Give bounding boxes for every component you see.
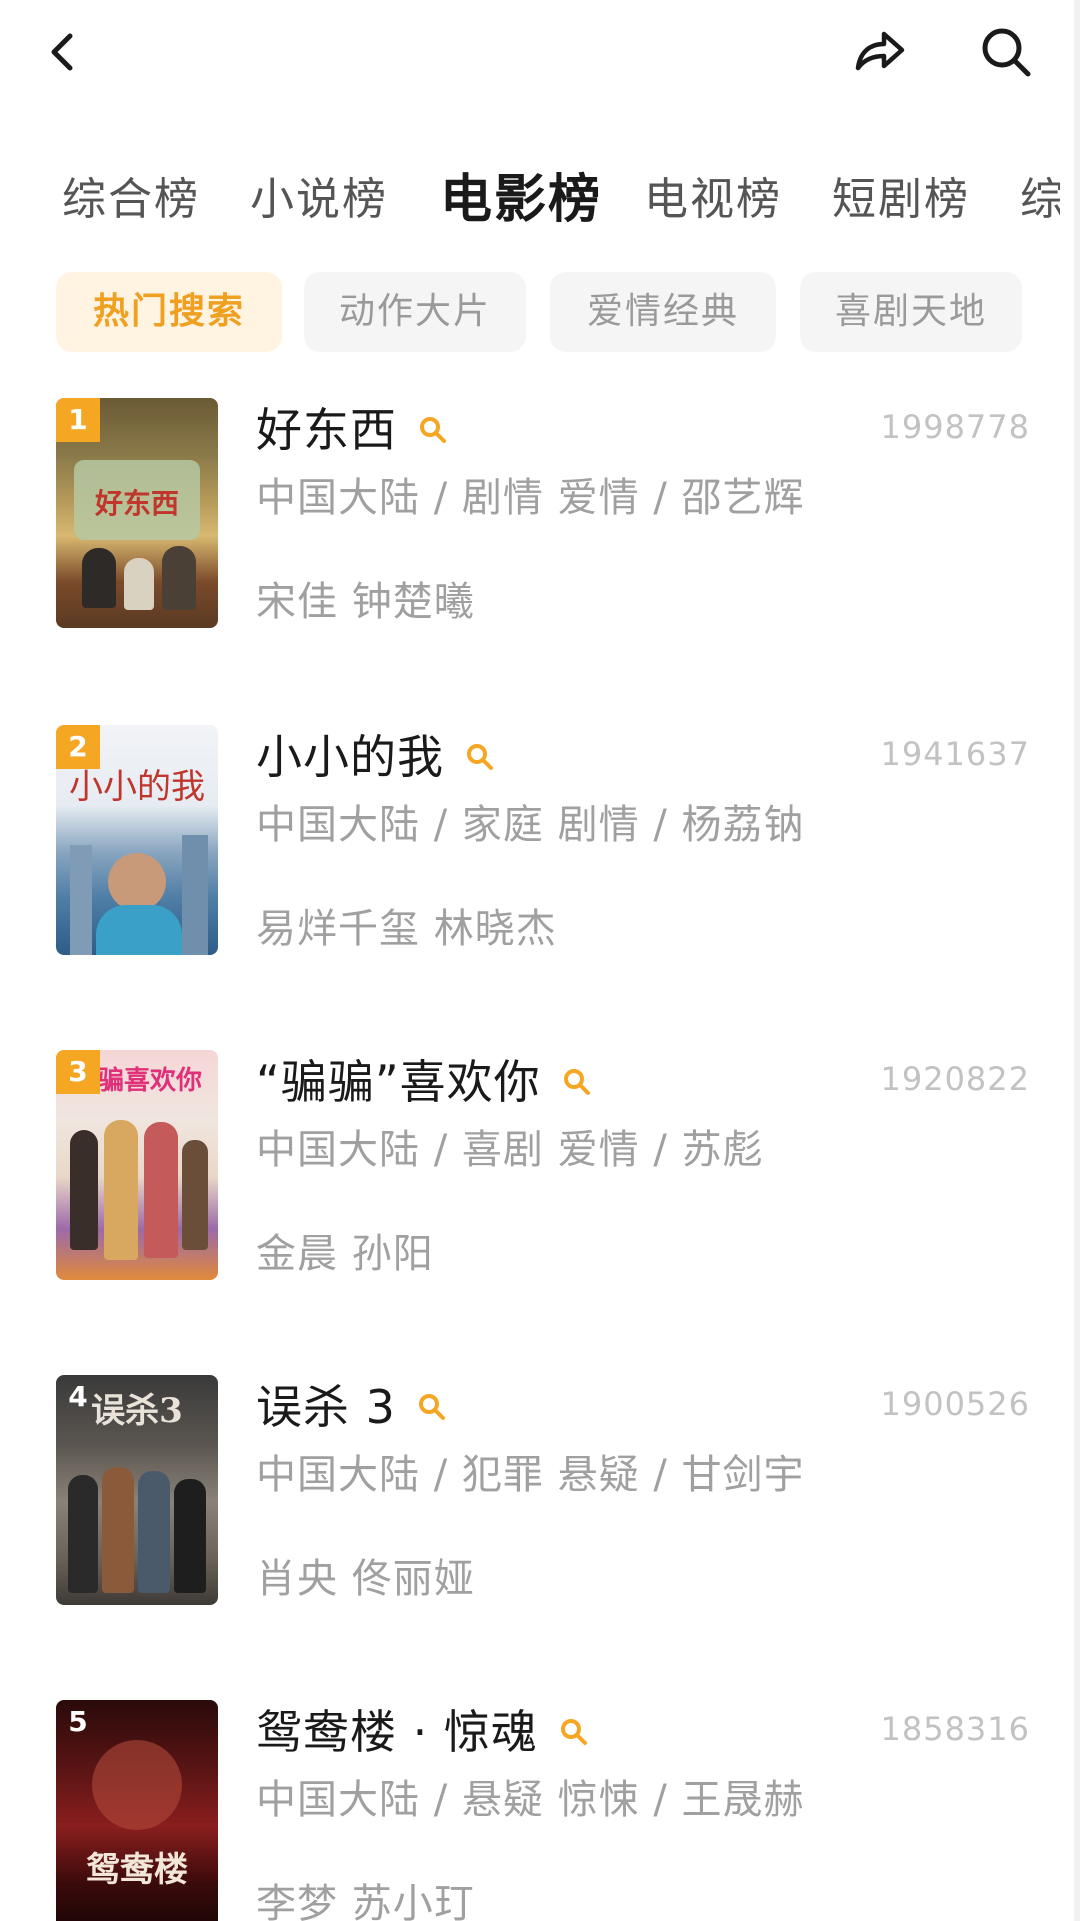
chip-comedy[interactable]: 喜剧天地 [800,272,1022,352]
movie-cast: 金晨 孙阳 [256,1231,434,1277]
rank-badge: 5 [68,1705,88,1738]
poster-figure [82,548,116,608]
search-icon[interactable] [414,1389,450,1425]
rank-badge: 4 [68,1380,88,1413]
list-item[interactable]: 鸳鸯楼 5 鸳鸯楼 · 惊魂 1858316 中国大陆 / 悬疑 惊悚 / 王晟… [0,1700,1060,1921]
tab-movie[interactable]: 电影榜 [440,160,602,240]
search-icon[interactable] [462,739,498,775]
poster-title: 好东西 [94,487,179,520]
poster-figure [70,1130,98,1250]
poster-title: 鸳鸯楼 [86,1850,188,1890]
chevron-left-icon [51,33,73,71]
tab-comprehensive[interactable]: 综合榜 [62,160,200,240]
share-button[interactable] [838,12,918,92]
movie-title[interactable]: 误杀 3 [256,1375,396,1439]
search-icon[interactable] [556,1714,592,1750]
chip-hot-search[interactable]: 热门搜索 [56,272,282,352]
chip-romance[interactable]: 爱情经典 [550,272,776,352]
movie-ranking-page: 综合榜 小说榜 电影榜 电视榜 短剧榜 综 热门搜索 动作大片 爱情经典 喜剧天… [0,0,1080,1921]
search-icon[interactable] [415,412,451,448]
heat-score: 1920822 [880,1060,1030,1098]
poster-figure [102,1467,134,1593]
scroll-edge [1074,0,1080,1921]
chip-action[interactable]: 动作大片 [304,272,526,352]
movie-cast: 肖央 佟丽娅 [256,1556,475,1602]
tab-tv[interactable]: 电视榜 [644,160,782,240]
search-icon[interactable] [559,1064,595,1100]
movie-cast: 宋佳 钟楚曦 [256,579,475,625]
movie-meta: 中国大陆 / 犯罪 悬疑 / 甘剑宇 [256,1452,805,1498]
movie-title[interactable]: 小小的我 [256,725,444,789]
title-row: 小小的我 [256,725,498,789]
tab-novel[interactable]: 小说榜 [250,160,388,240]
heat-score: 1900526 [880,1385,1030,1423]
movie-meta: 中国大陆 / 喜剧 爱情 / 苏彪 [256,1127,764,1173]
poster-figure [144,1122,178,1258]
heat-score: 1941637 [880,735,1030,773]
list-item[interactable]: 误杀3 4 误杀 3 1900526 中国大陆 / 犯罪 悬疑 / 甘剑宇 肖央… [0,1375,1060,1635]
title-row: 误杀 3 [256,1375,450,1439]
poster-figure [182,1140,208,1250]
top-bar [0,0,1080,110]
search-button[interactable] [966,12,1046,92]
poster-face [108,853,166,911]
poster-figure [138,1471,170,1593]
poster-figure [68,1475,98,1593]
poster-figure [104,1120,138,1260]
movie-meta: 中国大陆 / 剧情 爱情 / 邵艺辉 [256,475,805,521]
poster-shirt [96,905,182,955]
poster-figure [124,558,154,610]
movie-cast: 李梦 苏小玎 [256,1881,475,1921]
title-row: 鸳鸯楼 · 惊魂 [256,1700,592,1764]
rank-badge: 1 [56,398,100,442]
list-item[interactable]: 好东西 1 好东西 1998778 中国大陆 / 剧情 爱情 / 邵艺辉 宋佳 … [0,398,1060,658]
list-item[interactable]: 小小的我 2 小小的我 1941637 中国大陆 / 家庭 剧情 / 杨荔钠 易… [0,725,1060,985]
tab-variety[interactable]: 综 [1020,160,1060,240]
back-button[interactable] [24,12,104,92]
poster-face [92,1740,182,1830]
tab-short-drama[interactable]: 短剧榜 [832,160,970,240]
movie-title[interactable]: 鸳鸯楼 · 惊魂 [256,1700,538,1764]
movie-meta: 中国大陆 / 家庭 剧情 / 杨荔钠 [256,802,805,848]
poster-image: 鸳鸯楼 5 [56,1700,218,1921]
movie-meta: 中国大陆 / 悬疑 惊悚 / 王晟赫 [256,1777,805,1823]
rank-badge: 2 [56,725,100,769]
list-item[interactable]: 骗骗喜欢你 3 “骗骗”喜欢你 1920822 中国大陆 / 喜剧 爱情 / 苏… [0,1050,1060,1310]
share-arrow-icon [855,31,905,71]
poster-image: 好东西 1 [56,398,218,628]
rank-badge: 3 [56,1050,100,1094]
poster-building [182,835,208,955]
title-row: 好东西 [256,398,451,462]
ranking-tabs: 综合榜 小说榜 电影榜 电视榜 短剧榜 综 [0,160,1060,240]
movie-cast: 易烊千玺 林晓杰 [256,906,557,952]
movie-title[interactable]: “骗骗”喜欢你 [256,1050,541,1114]
poster-building [70,845,92,955]
movie-title[interactable]: 好东西 [256,398,397,462]
poster-figure [162,546,196,610]
search-icon [982,28,1031,77]
heat-score: 1858316 [880,1710,1030,1748]
heat-score: 1998778 [880,408,1030,446]
poster-image: 误杀3 4 [56,1375,218,1605]
poster-image: 小小的我 2 [56,725,218,955]
poster-image: 骗骗喜欢你 3 [56,1050,218,1280]
title-row: “骗骗”喜欢你 [256,1050,595,1114]
poster-figure [174,1479,206,1593]
